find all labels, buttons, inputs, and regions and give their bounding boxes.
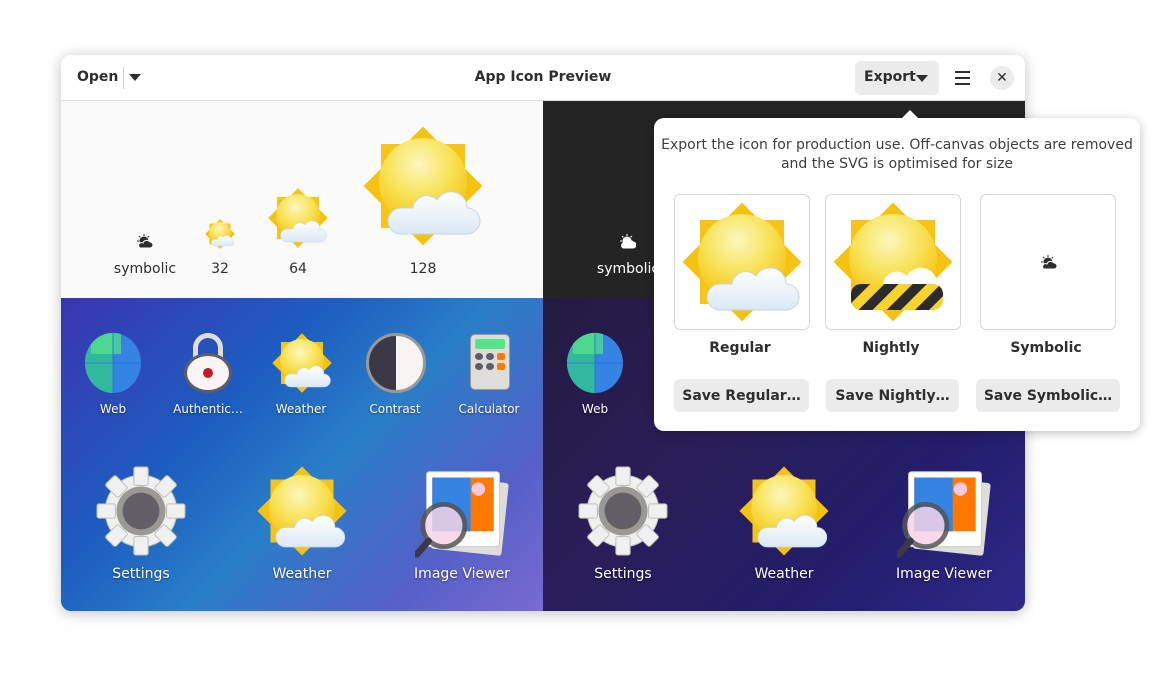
size-label: 128: [409, 261, 437, 277]
close-icon[interactable]: ✕: [990, 66, 1014, 90]
size-label: 32: [211, 261, 229, 277]
symbolic-preview-card: [980, 194, 1116, 330]
app-label: Weather: [272, 566, 332, 582]
app-label: Weather: [754, 566, 814, 582]
contrast-icon: [366, 333, 426, 393]
weather-icon: [270, 331, 334, 395]
open-dropdown-arrow-icon[interactable]: [129, 74, 141, 81]
settings-gear-icon: [95, 465, 187, 557]
image-viewer-icon: [897, 466, 993, 562]
nightly-preview-card: [825, 194, 961, 330]
export-popover: Export the icon for production use. Off-…: [654, 110, 1140, 431]
app-label: Web: [581, 402, 609, 416]
weather-icon-nightly: [829, 198, 957, 326]
variant-label: Nightly: [862, 340, 920, 356]
light-size-preview: symbolic 32 64 128: [61, 101, 543, 298]
app-label: Weather: [275, 402, 327, 416]
app-label: Image Viewer: [896, 566, 992, 582]
chevron-down-icon: [916, 75, 928, 82]
save-nightly-button[interactable]: Save Nightly…: [826, 379, 959, 412]
app-label: Settings: [594, 566, 652, 582]
app-label: Settings: [112, 566, 170, 582]
weather-icon-32: [204, 218, 236, 250]
web-globe-icon: [83, 331, 143, 393]
app-label: Authentic…: [173, 402, 243, 416]
open-button[interactable]: Open: [77, 69, 118, 85]
calculator-icon: [470, 334, 510, 390]
save-symbolic-button[interactable]: Save Symbolic…: [976, 379, 1120, 412]
regular-preview-card: [674, 194, 810, 330]
weather-symbolic-icon: [620, 234, 636, 250]
light-app-grid: Web Authentic… Weather Contrast Calculat…: [61, 298, 543, 611]
export-description: Export the icon for production use. Off-…: [661, 137, 1133, 153]
divider: [123, 67, 124, 89]
weather-symbolic-icon: [137, 234, 153, 250]
web-globe-icon: [565, 331, 625, 393]
header-bar: Open App Icon Preview Export ✕: [61, 55, 1025, 101]
weather-icon: [736, 463, 832, 559]
size-label: 64: [289, 261, 307, 277]
app-label: Contrast: [369, 402, 421, 416]
variant-label: Symbolic: [1010, 340, 1082, 356]
app-label: Calculator: [458, 402, 520, 416]
authenticator-lock-icon: [184, 333, 232, 393]
size-label: symbolic: [113, 261, 177, 277]
weather-symbolic-icon: [1041, 255, 1057, 271]
weather-icon: [254, 463, 350, 559]
export-label: Export: [864, 69, 916, 85]
hamburger-icon[interactable]: [955, 71, 970, 85]
export-button[interactable]: Export: [855, 61, 939, 95]
image-viewer-icon: [415, 466, 511, 562]
settings-gear-icon: [577, 465, 669, 557]
app-label: Image Viewer: [414, 566, 510, 582]
app-label: Web: [99, 402, 127, 416]
export-description: and the SVG is optimised for size: [780, 156, 1014, 172]
save-regular-button[interactable]: Save Regular…: [674, 379, 809, 412]
weather-icon-64: [266, 186, 330, 250]
weather-icon-regular: [678, 198, 806, 326]
weather-icon-128: [359, 122, 487, 250]
variant-label: Regular: [709, 340, 771, 356]
